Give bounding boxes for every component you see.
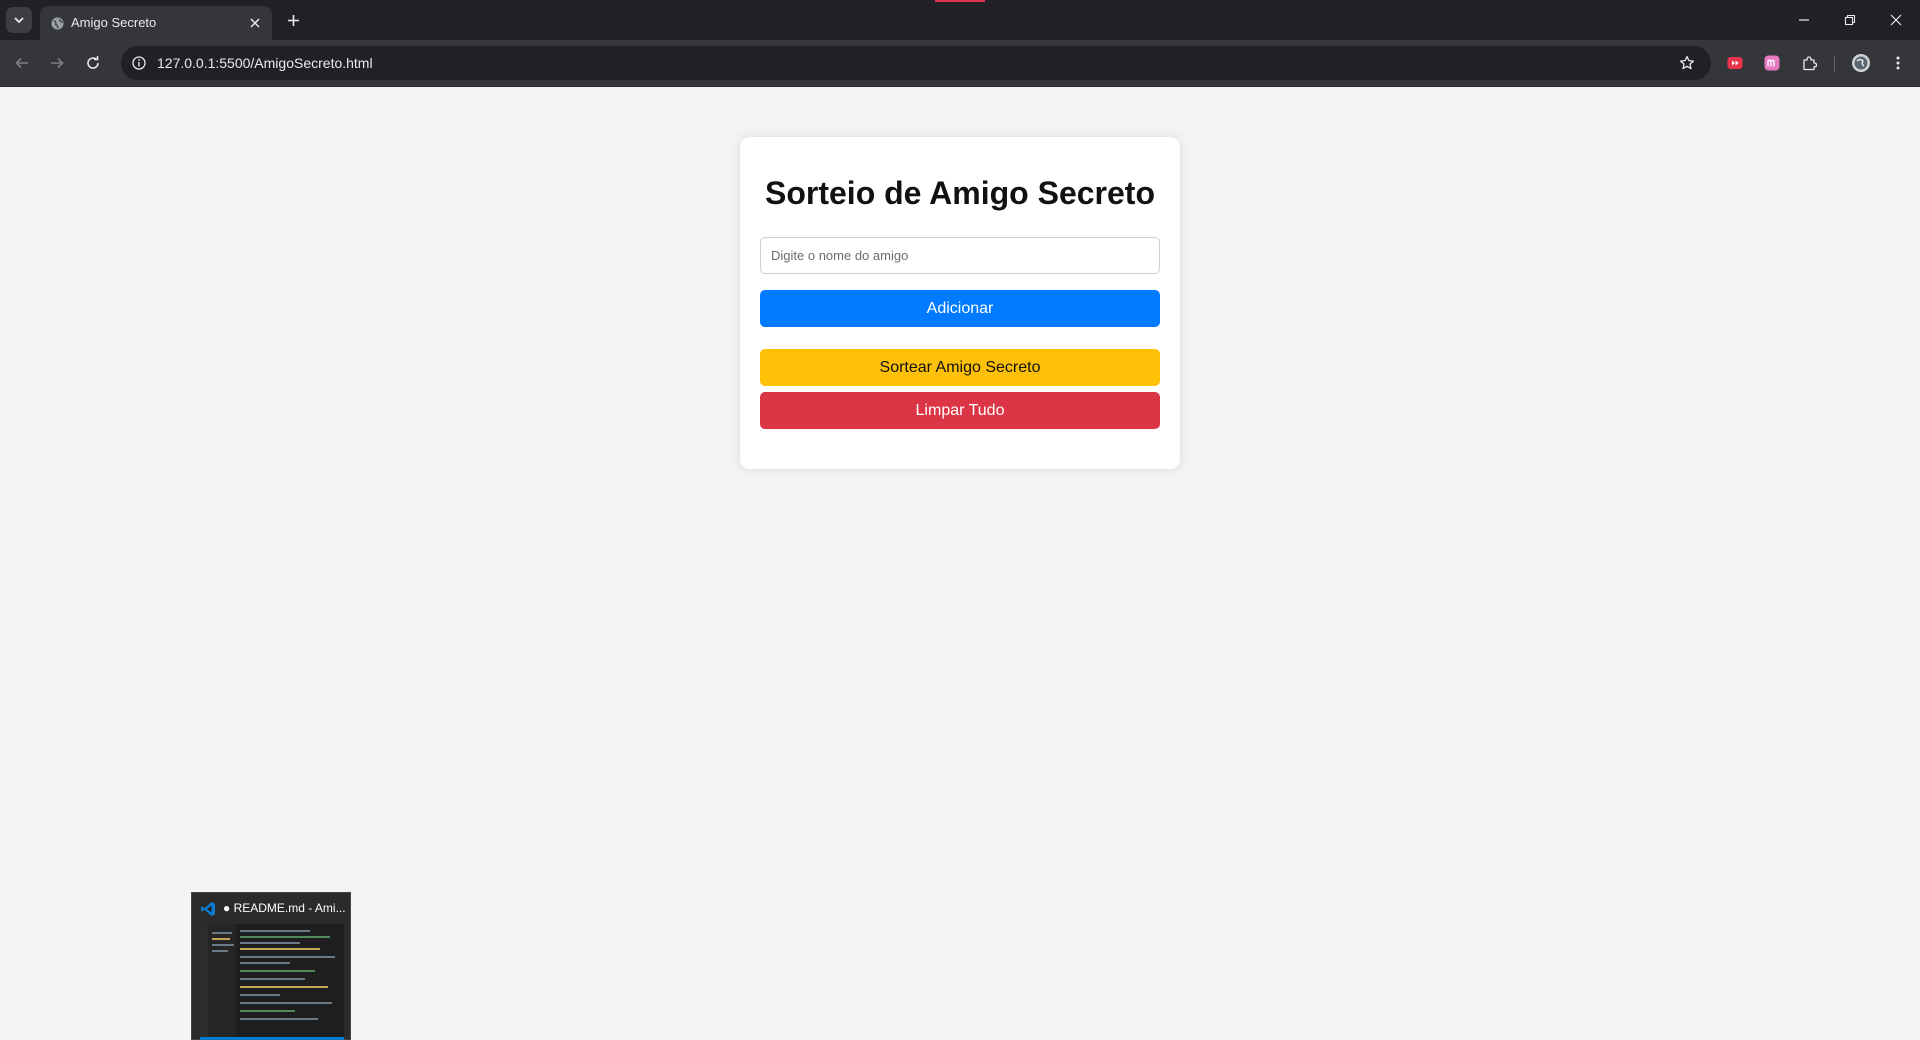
- secret-friend-card: Sorteio de Amigo Secreto Adicionar Sorte…: [740, 137, 1180, 469]
- profile-button[interactable]: [1850, 52, 1872, 74]
- browser-menu-button[interactable]: [1887, 52, 1909, 74]
- tab-search-button[interactable]: [6, 7, 32, 33]
- close-icon: [250, 18, 260, 28]
- reload-icon: [87, 56, 99, 69]
- vscode-icon: [201, 902, 215, 916]
- toolbar-separator: [1834, 56, 1835, 72]
- clear-all-button[interactable]: Limpar Tudo: [760, 392, 1160, 429]
- info-icon: [132, 56, 146, 70]
- video-extension-icon: [1727, 57, 1743, 69]
- browser-tab-strip: Amigo Secreto: [0, 0, 1920, 40]
- extension-button[interactable]: [1724, 52, 1746, 74]
- new-tab-button[interactable]: [282, 9, 304, 31]
- minimize-button[interactable]: [1791, 8, 1817, 32]
- globe-icon: [51, 17, 64, 30]
- restore-icon: [1844, 14, 1856, 26]
- browser-tab-active[interactable]: Amigo Secreto: [40, 6, 272, 40]
- address-bar[interactable]: 127.0.0.1:5500/AmigoSecreto.html: [121, 46, 1711, 80]
- browser-toolbar: 127.0.0.1:5500/AmigoSecreto.html: [0, 40, 1920, 87]
- url-text[interactable]: 127.0.0.1:5500/AmigoSecreto.html: [157, 55, 373, 71]
- preview-image: [200, 924, 344, 1040]
- preview-header: ● README.md - Ami...: [192, 893, 350, 923]
- extensions-menu-button[interactable]: [1798, 52, 1820, 74]
- chevron-down-icon: [14, 17, 24, 24]
- add-button[interactable]: Adicionar: [760, 290, 1160, 327]
- arrow-left-icon: [15, 57, 28, 69]
- taskbar-window-preview[interactable]: ● README.md - Ami...: [191, 892, 351, 1040]
- tab-close-button[interactable]: [246, 14, 264, 32]
- plus-icon: [287, 14, 299, 26]
- puzzle-icon: [1803, 56, 1817, 71]
- screen-share-indicator: [935, 0, 985, 2]
- bookmark-button[interactable]: [1677, 53, 1697, 73]
- m-extension-icon: [1764, 55, 1780, 71]
- draw-button[interactable]: Sortear Amigo Secreto: [760, 349, 1160, 386]
- reload-button[interactable]: [81, 51, 105, 75]
- extension-button[interactable]: [1761, 52, 1783, 74]
- friend-name-input[interactable]: [760, 237, 1160, 274]
- star-icon: [1679, 55, 1695, 70]
- minimize-icon: [1799, 19, 1809, 21]
- close-icon: [1890, 14, 1902, 26]
- avatar-icon: [1852, 54, 1870, 72]
- restore-button[interactable]: [1837, 8, 1863, 32]
- kebab-menu-icon: [1896, 56, 1900, 70]
- arrow-right-icon: [51, 57, 64, 69]
- preview-title: ● README.md - Ami...: [223, 901, 346, 915]
- close-window-button[interactable]: [1883, 8, 1909, 32]
- site-info-button[interactable]: [130, 54, 148, 72]
- tab-title: Amigo Secreto: [71, 15, 157, 30]
- forward-button[interactable]: [45, 51, 69, 75]
- page-title: Sorteio de Amigo Secreto: [765, 175, 1155, 211]
- back-button[interactable]: [10, 51, 34, 75]
